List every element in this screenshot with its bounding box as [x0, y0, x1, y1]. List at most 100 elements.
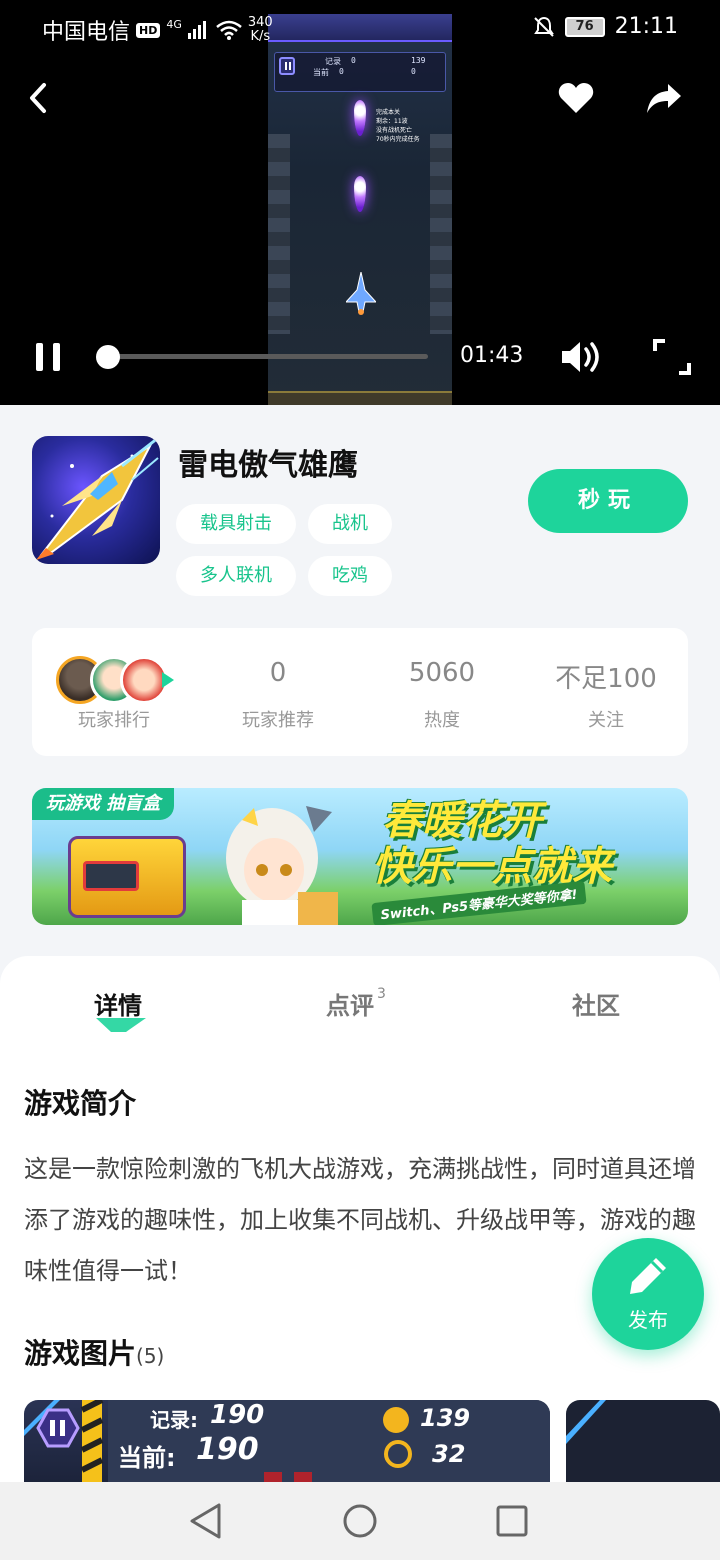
publish-button[interactable]: 发布 [592, 1238, 704, 1350]
shot-current-label: 当前: [118, 1444, 176, 1472]
stat-value: 5060 [408, 658, 476, 688]
stat-label: 热度 [424, 710, 460, 731]
nav-recents-button[interactable] [488, 1497, 536, 1545]
game-pause-icon [279, 57, 295, 75]
shot-record-label: 记录: [150, 1408, 198, 1432]
tag-chip[interactable]: 吃鸡 [308, 556, 392, 596]
anime-character-illustration [226, 806, 338, 925]
hud-record-label: 记录 [325, 57, 341, 66]
screenshot-thumbnail[interactable] [566, 1400, 720, 1490]
volume-button[interactable] [558, 333, 606, 381]
shot-timer: 32 [432, 1440, 466, 1468]
hd-badge: HD [136, 22, 161, 38]
fullscreen-icon [653, 339, 691, 375]
tab-label: 点评 [326, 992, 374, 1020]
back-button[interactable] [14, 74, 62, 122]
avatar [120, 656, 168, 704]
square-recents-icon [496, 1505, 528, 1537]
game-video-frame: 记录 0 当前 0 139 0 完成本关 剩余：11波 没有战机死亡 70秒内完… [268, 14, 452, 405]
stat-label: 玩家推荐 [242, 710, 314, 731]
fighter-jet-icon [36, 436, 159, 560]
stat-player-ranking[interactable]: 玩家排行 [32, 628, 196, 756]
nav-back-button[interactable] [182, 1497, 230, 1545]
clock: 21:11 [614, 14, 678, 39]
shot-coins: 139 [420, 1404, 471, 1432]
game-wall-left [268, 134, 290, 334]
treasure-chest-icon [68, 836, 186, 918]
screenshot-hud-graphic [24, 1400, 550, 1490]
net-speed-value: 340 [247, 15, 273, 30]
tag-chip[interactable]: 多人联机 [176, 556, 296, 596]
game-wall-right [430, 134, 452, 334]
screenshot-graphic [566, 1400, 606, 1444]
stats-card: 玩家排行 0 玩家推荐 5060 热度 不足100 关注 [32, 628, 688, 756]
tag-chip[interactable]: 载具射击 [176, 504, 296, 544]
shot-record-value: 190 [210, 1400, 265, 1430]
tag-chip[interactable]: 战机 [308, 504, 392, 544]
network-type: 4G [166, 17, 182, 31]
ranking-avatars [56, 656, 176, 704]
signal-icon [187, 21, 206, 39]
hud-record-value: 0 [351, 56, 356, 65]
carrier-name: 中国电信 [42, 20, 131, 45]
mission-item: 完成本关 [376, 109, 401, 116]
elapsed-time: 01:43 [460, 343, 524, 368]
tab-label: 社区 [572, 992, 620, 1020]
favorite-button[interactable] [552, 74, 600, 122]
intro-title: 游戏简介 [24, 1087, 137, 1120]
pause-button[interactable] [24, 333, 72, 381]
stat-value: 0 [269, 658, 287, 688]
game-console-icon [83, 861, 139, 891]
chevron-left-icon [30, 83, 46, 113]
share-button[interactable] [640, 74, 688, 122]
play-triangle-icon [162, 672, 174, 688]
system-nav-bar [0, 1482, 720, 1560]
progress-bar[interactable] [108, 354, 428, 359]
tab-community[interactable]: 社区 [572, 986, 620, 1021]
promo-banner[interactable]: 玩游戏 抽盲盒 春暖花开 快乐一点就来 Switch、Ps5等豪华大奖等你拿! [32, 788, 688, 925]
heart-icon [558, 83, 594, 113]
tab-label: 详情 [94, 992, 142, 1020]
stat-player-recommend[interactable]: 0 玩家推荐 [196, 628, 360, 756]
screenshots-count: (5) [136, 1344, 165, 1368]
game-hud: 记录 0 当前 0 139 0 [274, 52, 446, 92]
banner-headline-1: 春暖花开 [382, 798, 542, 844]
hud-coins: 139 [411, 56, 426, 65]
game-bottom-bar [268, 391, 452, 405]
tab-details[interactable]: 详情 [94, 986, 142, 1021]
hud-timer: 0 [411, 67, 416, 76]
game-tags: 载具射击 战机 多人联机 吃鸡 [176, 504, 416, 596]
video-player[interactable]: 记录 0 当前 0 139 0 完成本关 剩余：11波 没有战机死亡 70秒内完… [0, 0, 720, 405]
share-icon [647, 84, 681, 113]
triangle-back-icon [190, 1503, 221, 1539]
wifi-icon [216, 20, 242, 40]
net-speed-unit: K/s [250, 29, 271, 44]
circle-home-icon [343, 1504, 377, 1538]
banner-headline: 春暖花开 快乐一点就来 [372, 798, 612, 890]
status-bar: 中国电信 HD 4G 340 K/s 76 21:11 [0, 0, 720, 56]
pause-icon [36, 343, 60, 371]
tab-reviews[interactable]: 点评 3 [326, 986, 386, 1021]
battery-icon: 76 [564, 16, 605, 37]
player-jet-icon [346, 272, 376, 315]
stat-popularity[interactable]: 5060 热度 [360, 628, 524, 756]
mission-item: 剩余：11波 [376, 118, 408, 125]
game-projectile [354, 100, 366, 136]
game-icon [32, 436, 160, 564]
publish-label: 发布 [628, 1308, 668, 1332]
screenshots-title-text: 游戏图片 [24, 1337, 137, 1370]
fullscreen-button[interactable] [648, 333, 696, 381]
pencil-icon [630, 1258, 666, 1294]
banner-tag: 玩游戏 抽盲盒 [32, 788, 175, 820]
nav-home-button[interactable] [336, 1497, 384, 1545]
stat-followers[interactable]: 不足100 关注 [524, 628, 688, 756]
screenshot-thumbnail[interactable]: 记录: 190 当前: 190 139 32 [24, 1400, 550, 1490]
instant-play-button[interactable]: 秒玩 [528, 469, 688, 533]
progress-handle[interactable] [96, 345, 120, 369]
screenshots-title: 游戏图片(5) [24, 1332, 164, 1372]
mute-bell-icon [533, 16, 554, 37]
game-projectile [354, 176, 366, 212]
game-title: 雷电傲气雄鹰 [178, 448, 358, 483]
stat-value: 不足100 [555, 664, 657, 694]
stat-label: 玩家排行 [78, 710, 150, 731]
